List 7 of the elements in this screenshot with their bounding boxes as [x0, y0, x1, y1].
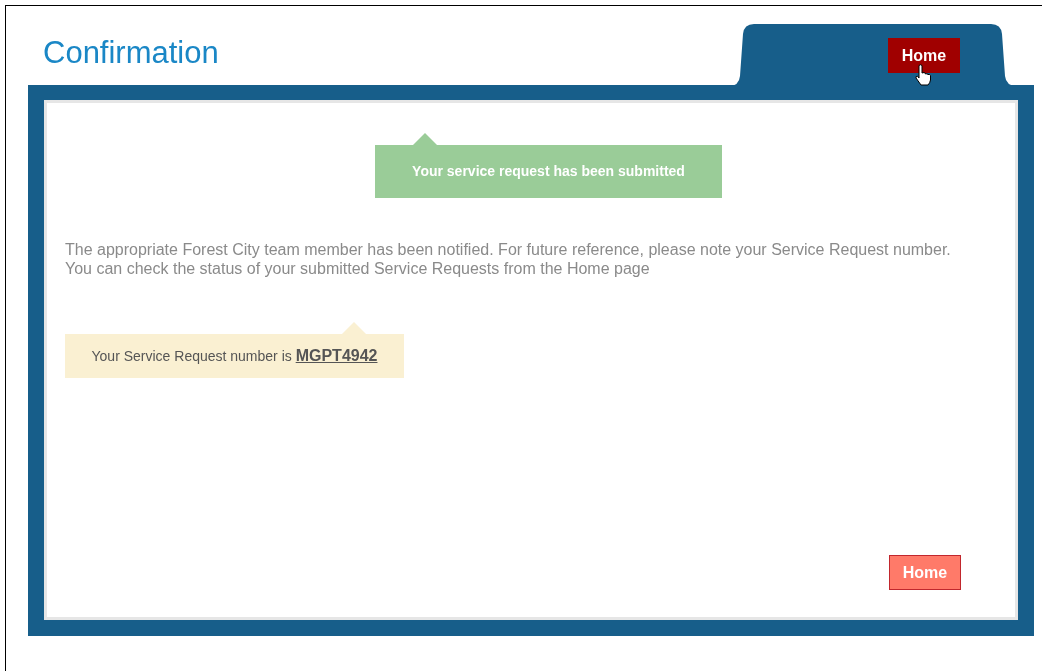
page-title: Confirmation	[43, 37, 219, 68]
request-number-label: Your Service Request number is	[91, 346, 292, 366]
hand-cursor-icon	[914, 64, 932, 86]
confirmation-message: The appropriate Forest City team member has been notified. For future reference, please note your Service Request number. You can check the status of your submitted Service Requests from the Home page	[65, 240, 952, 278]
notice-text: Your service request has been submitted	[412, 162, 685, 181]
home-button[interactable]: Home	[888, 38, 960, 73]
request-number-link[interactable]: MGPT4942	[295, 344, 378, 368]
